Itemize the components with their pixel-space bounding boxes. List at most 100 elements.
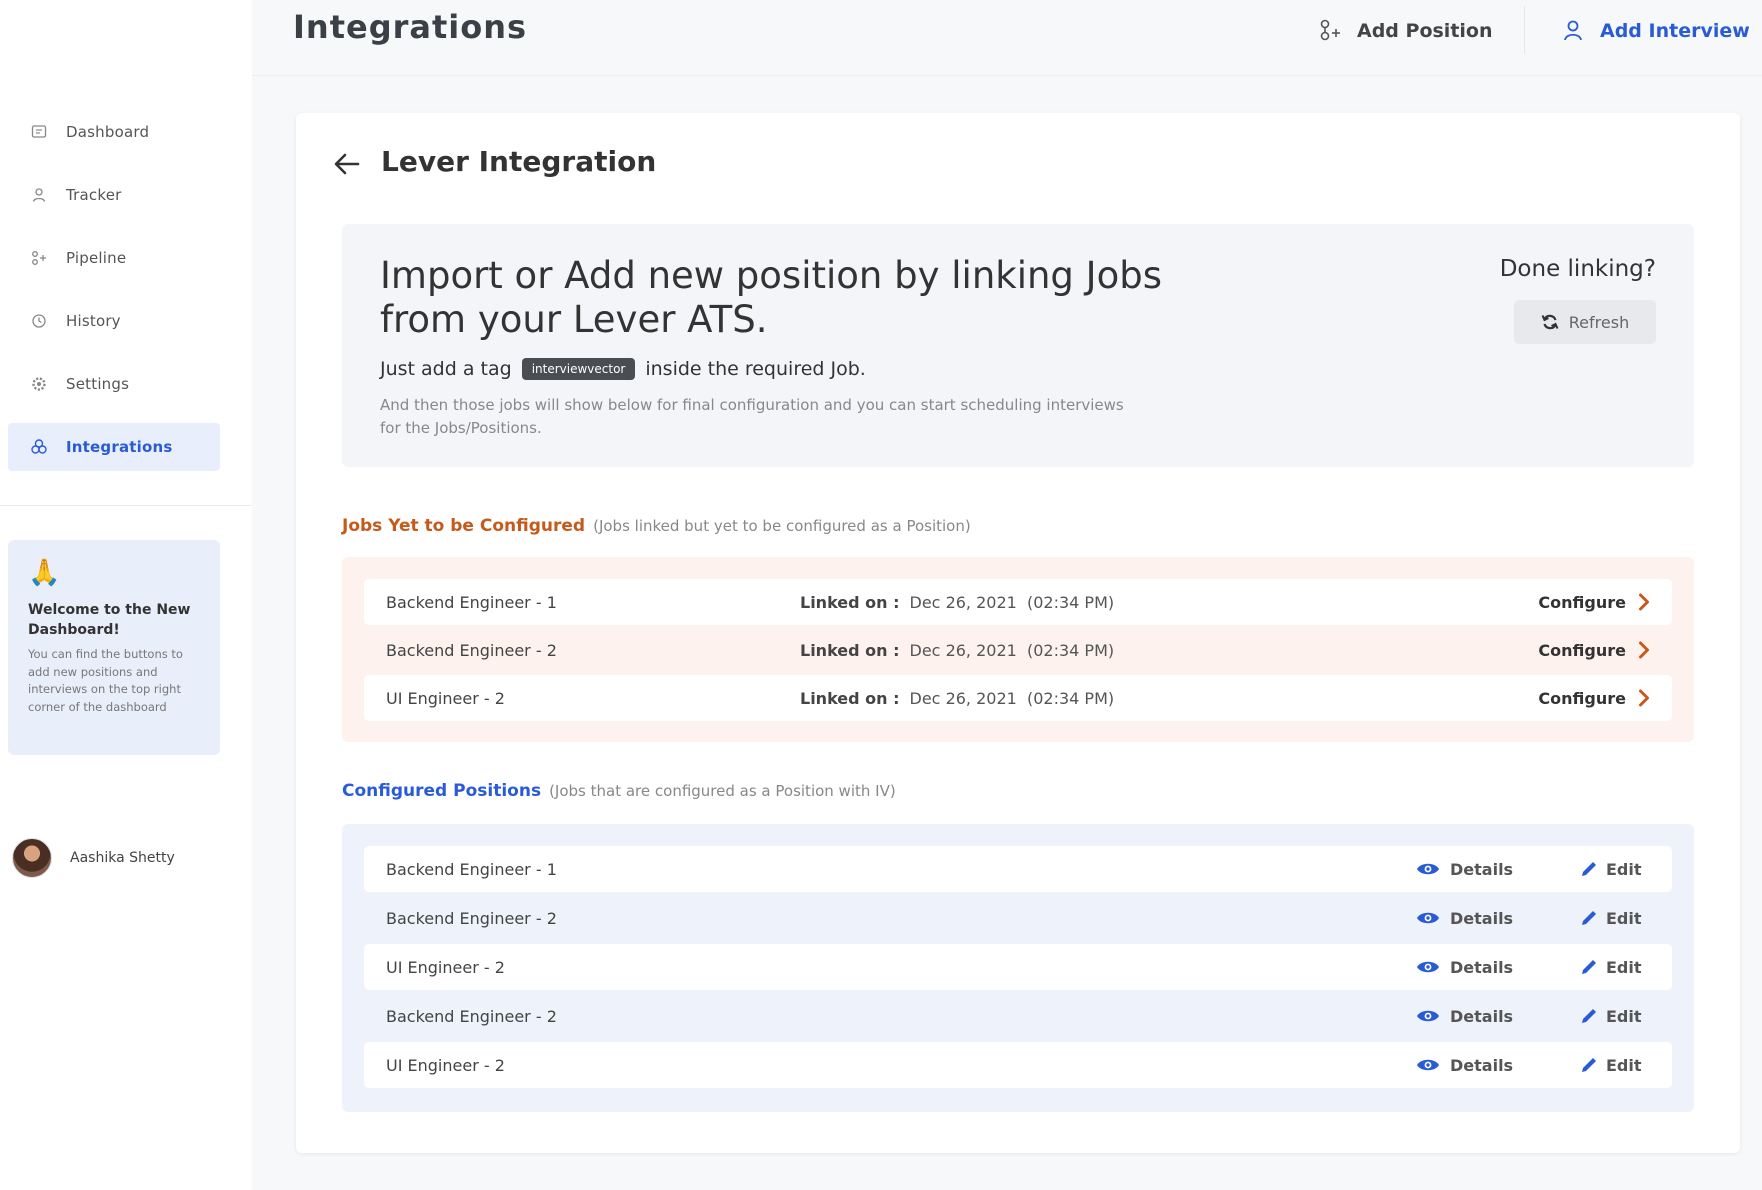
table-row: Backend Engineer - 2 Linked on : Dec 26, 2… [364,627,1672,673]
dashboard-icon [28,121,50,143]
position-name: Backend Engineer - 2 [386,1006,557,1026]
table-row: Backend Engineer - 2 Details Edit [364,993,1672,1039]
table-row: UI Engineer - 2 Linked on : Dec 26, 2021 (… [364,675,1672,721]
header: Integrations Add Position Add Interview [252,0,1762,76]
sidebar-item-label: Pipeline [66,249,127,267]
edit-button[interactable]: Edit [1580,909,1650,928]
sidebar-item-history[interactable]: History [8,297,220,345]
avatar [12,838,52,878]
details-label: Details [1450,957,1514,977]
card-title: Lever Integration [381,145,657,178]
eye-icon [1416,911,1440,925]
eye-icon [1416,960,1440,974]
tag-suffix: inside the required Job. [645,358,866,380]
back-button[interactable] [332,149,362,179]
add-position-label: Add Position [1357,20,1493,42]
gear-icon [28,373,50,395]
chevron-right-icon [1638,593,1650,611]
refresh-label: Refresh [1568,312,1630,332]
sidebar-item-label: Settings [66,375,130,393]
linked-on: Linked on : Dec 26, 2021 (02:34 PM) [800,641,1538,660]
sidebar-item-label: Integrations [66,438,173,456]
jobs-section-heading: Jobs Yet to be Configured [342,516,586,536]
sidebar-nav: Dashboard Tracker Pipeline History Setti… [8,108,220,486]
sidebar-item-dashboard[interactable]: Dashboard [8,108,220,156]
edit-button[interactable]: Edit [1580,1056,1650,1075]
pencil-icon [1580,1056,1598,1074]
position-name: UI Engineer - 2 [386,957,505,977]
configure-label: Configure [1538,688,1626,708]
refresh-button[interactable]: Refresh [1514,300,1656,344]
clock-icon [28,310,50,332]
user-icon [28,184,50,206]
linked-date: Dec 26, 2021 [909,640,1017,660]
jobs-list: Backend Engineer - 1 Linked on : Dec 26, 2… [342,557,1694,742]
praying-hands-icon: 🙏 [28,558,61,588]
add-interview-label: Add Interview [1600,20,1750,42]
welcome-title: Welcome to the New Dashboard! [28,602,191,638]
pencil-icon [1580,909,1598,927]
integrations-icon [28,436,50,458]
details-button[interactable]: Details [1416,909,1580,928]
sidebar-item-settings[interactable]: Settings [8,360,220,408]
jobs-section-subtitle: (Jobs linked but yet to be configured as… [593,517,971,535]
edit-button[interactable]: Edit [1580,958,1650,977]
details-button[interactable]: Details [1416,1056,1580,1075]
configure-button[interactable]: Configure [1538,641,1650,660]
details-button[interactable]: Details [1416,1007,1580,1026]
configured-section-title: Configured Positions (Jobs that are conf… [342,781,896,801]
details-label: Details [1450,1055,1514,1075]
sidebar-item-label: History [66,312,121,330]
add-position-button[interactable]: Add Position [1317,14,1493,48]
edit-label: Edit [1606,1055,1642,1075]
arrow-left-icon [334,153,360,175]
jobs-section-title: Jobs Yet to be Configured (Jobs linked b… [342,516,971,536]
add-interview-button[interactable]: Add Interview [1562,14,1750,48]
sidebar-item-tracker[interactable]: Tracker [8,171,220,219]
table-row: Backend Engineer - 1 Details Edit [364,846,1672,892]
sidebar-item-integrations[interactable]: Integrations [8,423,220,471]
welcome-card: 🙏 Welcome to the New Dashboard! You can … [8,540,220,755]
eye-icon [1416,862,1440,876]
eye-icon [1416,1009,1440,1023]
sidebar: Dashboard Tracker Pipeline History Setti… [0,0,252,1190]
tag-prefix: Just add a tag [380,358,512,380]
linked-on-label: Linked on : [800,640,900,660]
sidebar-divider [0,505,252,506]
details-label: Details [1450,1006,1514,1026]
chevron-right-icon [1638,689,1650,707]
info-banner: Import or Add new position by linking Jo… [342,224,1694,467]
pencil-icon [1580,860,1598,878]
user-profile[interactable]: Aashika Shetty [12,838,175,878]
configure-button[interactable]: Configure [1538,593,1650,612]
job-name: Backend Engineer - 1 [386,592,557,612]
configure-label: Configure [1538,592,1626,612]
add-position-icon [1317,18,1343,44]
header-separator [1524,6,1525,54]
configure-button[interactable]: Configure [1538,689,1650,708]
user-name: Aashika Shetty [70,850,175,866]
sidebar-item-pipeline[interactable]: Pipeline [8,234,220,282]
linked-on: Linked on : Dec 26, 2021 (02:34 PM) [800,593,1538,612]
linked-date: Dec 26, 2021 [909,688,1017,708]
position-name: Backend Engineer - 2 [386,908,557,928]
tag-instruction: Just add a tag interviewvector inside th… [380,358,866,380]
position-name: Backend Engineer - 1 [386,859,557,879]
info-description: And then those jobs will show below for … [380,396,1124,437]
details-button[interactable]: Details [1416,860,1580,879]
table-row: UI Engineer - 2 Details Edit [364,1042,1672,1088]
chevron-right-icon [1638,641,1650,659]
details-label: Details [1450,859,1514,879]
details-label: Details [1450,908,1514,928]
linked-time: (02:34 PM) [1026,592,1115,612]
configured-section-subtitle: (Jobs that are configured as a Position … [549,782,896,800]
linked-on-label: Linked on : [800,592,900,612]
edit-button[interactable]: Edit [1580,1007,1650,1026]
edit-button[interactable]: Edit [1580,860,1650,879]
info-heading: Import or Add new position by linking Jo… [380,254,1162,341]
position-name: UI Engineer - 2 [386,1055,505,1075]
details-button[interactable]: Details [1416,958,1580,977]
linked-time: (02:34 PM) [1026,640,1115,660]
page-title: Integrations [293,8,528,46]
job-name: UI Engineer - 2 [386,688,505,708]
